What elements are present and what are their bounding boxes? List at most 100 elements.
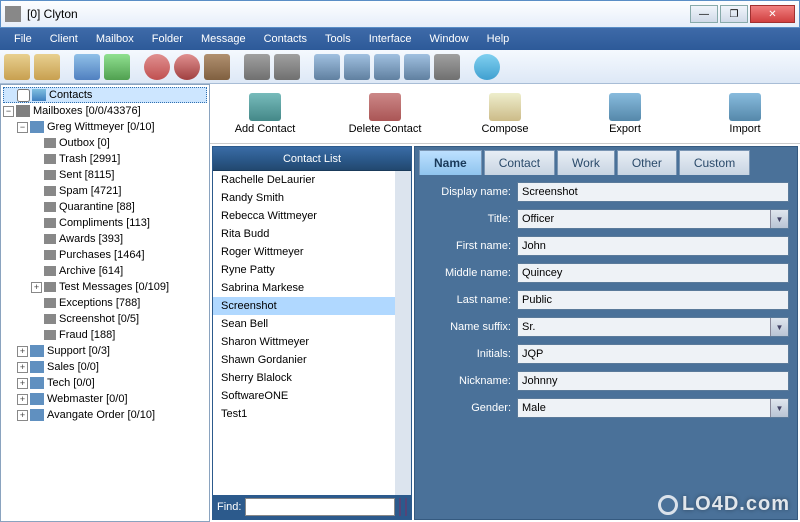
toolbar-btn-2[interactable] xyxy=(34,54,60,80)
middle-name-field[interactable] xyxy=(517,263,789,283)
display-name-field[interactable] xyxy=(517,182,789,202)
expand-icon[interactable]: + xyxy=(17,394,28,405)
toolbar-btn-8[interactable] xyxy=(244,54,270,80)
list-item[interactable]: Screenshot xyxy=(213,297,395,315)
export-button[interactable]: Export xyxy=(580,93,670,135)
find-input[interactable] xyxy=(245,498,395,516)
tree-folder[interactable]: Awards [393] xyxy=(3,231,207,247)
list-item[interactable]: Sean Bell xyxy=(213,315,395,333)
list-item[interactable]: Rebecca Wittmeyer xyxy=(213,207,395,225)
tree-folder[interactable]: +Support [0/3] xyxy=(3,343,207,359)
folder-icon xyxy=(44,282,56,292)
list-item[interactable]: Rachelle DeLaurier xyxy=(213,171,395,189)
list-item[interactable]: SoftwareONE xyxy=(213,387,395,405)
list-item[interactable]: Sharon Wittmeyer xyxy=(213,333,395,351)
tree-folder[interactable]: Quarantine [88] xyxy=(3,199,207,215)
toolbar-btn-14[interactable] xyxy=(434,54,460,80)
menu-contacts[interactable]: Contacts xyxy=(256,30,315,48)
tree-account[interactable]: − Greg Wittmeyer [0/10] xyxy=(3,119,207,135)
list-item[interactable]: Rita Budd xyxy=(213,225,395,243)
expand-icon[interactable]: + xyxy=(31,282,42,293)
list-item[interactable]: Roger Wittmeyer xyxy=(213,243,395,261)
tree-folder[interactable]: +Test Messages [0/109] xyxy=(3,279,207,295)
tree-folder[interactable]: Screenshot [0/5] xyxy=(3,311,207,327)
list-item[interactable]: Sherry Blalock xyxy=(213,369,395,387)
toolbar-btn-4[interactable] xyxy=(104,54,130,80)
menu-file[interactable]: File xyxy=(6,30,40,48)
tree-folder[interactable]: Sent [8115] xyxy=(3,167,207,183)
initials-field[interactable] xyxy=(517,344,789,364)
menu-help[interactable]: Help xyxy=(479,30,518,48)
menu-interface[interactable]: Interface xyxy=(361,30,420,48)
label-first: First name: xyxy=(423,240,517,252)
toolbar-btn-9[interactable] xyxy=(274,54,300,80)
first-name-field[interactable] xyxy=(517,236,789,256)
tree-folder[interactable]: Purchases [1464] xyxy=(3,247,207,263)
collapse-icon[interactable]: − xyxy=(3,106,14,117)
tab-contact[interactable]: Contact xyxy=(484,150,555,175)
toolbar-btn-12[interactable] xyxy=(374,54,400,80)
list-item[interactable]: Ryne Patty xyxy=(213,261,395,279)
menu-mailbox[interactable]: Mailbox xyxy=(88,30,142,48)
list-item[interactable]: Randy Smith xyxy=(213,189,395,207)
find-prev-button[interactable] xyxy=(399,498,401,516)
list-item[interactable]: Test1 xyxy=(213,405,395,423)
folder-tree[interactable]: Contacts − Mailboxes [0/0/43376] − Greg … xyxy=(0,84,210,522)
title-select[interactable]: Officer▼ xyxy=(517,209,789,229)
add-contact-button[interactable]: Add Contact xyxy=(220,93,310,135)
tree-mailboxes[interactable]: − Mailboxes [0/0/43376] xyxy=(3,103,207,119)
compose-button[interactable]: Compose xyxy=(460,93,550,135)
tree-folder[interactable]: +Sales [0/0] xyxy=(3,359,207,375)
toolbar-btn-7[interactable] xyxy=(204,54,230,80)
tree-folder[interactable]: Archive [614] xyxy=(3,263,207,279)
find-next-button[interactable] xyxy=(405,498,407,516)
tree-folder[interactable]: Fraud [188] xyxy=(3,327,207,343)
tree-folder[interactable]: Exceptions [788] xyxy=(3,295,207,311)
toolbar-btn-3[interactable] xyxy=(74,54,100,80)
tab-work[interactable]: Work xyxy=(557,150,615,175)
collapse-icon[interactable]: − xyxy=(17,122,28,133)
expand-icon[interactable]: + xyxy=(17,378,28,389)
list-item[interactable]: Sabrina Markese xyxy=(213,279,395,297)
tree-contacts[interactable]: Contacts xyxy=(3,87,207,103)
close-button[interactable]: ✕ xyxy=(750,5,795,23)
nickname-field[interactable] xyxy=(517,371,789,391)
toolbar-btn-11[interactable] xyxy=(344,54,370,80)
folder-icon xyxy=(44,138,56,148)
toolbar-btn-1[interactable] xyxy=(4,54,30,80)
delete-contact-button[interactable]: Delete Contact xyxy=(340,93,430,135)
suffix-select[interactable]: Sr.▼ xyxy=(517,317,789,337)
import-button[interactable]: Import xyxy=(700,93,790,135)
menu-message[interactable]: Message xyxy=(193,30,254,48)
contacts-checkbox[interactable] xyxy=(17,89,30,102)
tree-folder[interactable]: Outbox [0] xyxy=(3,135,207,151)
list-item[interactable]: Shawn Gordanier xyxy=(213,351,395,369)
menu-tools[interactable]: Tools xyxy=(317,30,359,48)
tree-folder[interactable]: Trash [2991] xyxy=(3,151,207,167)
expand-icon[interactable]: + xyxy=(17,362,28,373)
menu-folder[interactable]: Folder xyxy=(144,30,191,48)
tree-folder[interactable]: +Webmaster [0/0] xyxy=(3,391,207,407)
tab-custom[interactable]: Custom xyxy=(679,150,750,175)
tree-folder[interactable]: +Avangate Order [0/10] xyxy=(3,407,207,423)
gender-select[interactable]: Male▼ xyxy=(517,398,789,418)
toolbar-btn-10[interactable] xyxy=(314,54,340,80)
tab-other[interactable]: Other xyxy=(617,150,677,175)
menu-client[interactable]: Client xyxy=(42,30,86,48)
minimize-button[interactable]: — xyxy=(690,5,718,23)
toolbar-help-icon[interactable] xyxy=(474,54,500,80)
menu-window[interactable]: Window xyxy=(422,30,477,48)
tab-name[interactable]: Name xyxy=(419,150,482,175)
tree-folder[interactable]: Compliments [113] xyxy=(3,215,207,231)
maximize-button[interactable]: ❐ xyxy=(720,5,748,23)
window-title: [0] Clyton xyxy=(27,7,690,21)
last-name-field[interactable] xyxy=(517,290,789,310)
toolbar-btn-13[interactable] xyxy=(404,54,430,80)
expand-icon[interactable]: + xyxy=(17,410,28,421)
toolbar-btn-5[interactable] xyxy=(144,54,170,80)
tree-folder[interactable]: Spam [4721] xyxy=(3,183,207,199)
tree-folder[interactable]: +Tech [0/0] xyxy=(3,375,207,391)
toolbar-btn-6[interactable] xyxy=(174,54,200,80)
contact-list[interactable]: Rachelle DeLaurierRandy SmithRebecca Wit… xyxy=(213,171,411,495)
expand-icon[interactable]: + xyxy=(17,346,28,357)
